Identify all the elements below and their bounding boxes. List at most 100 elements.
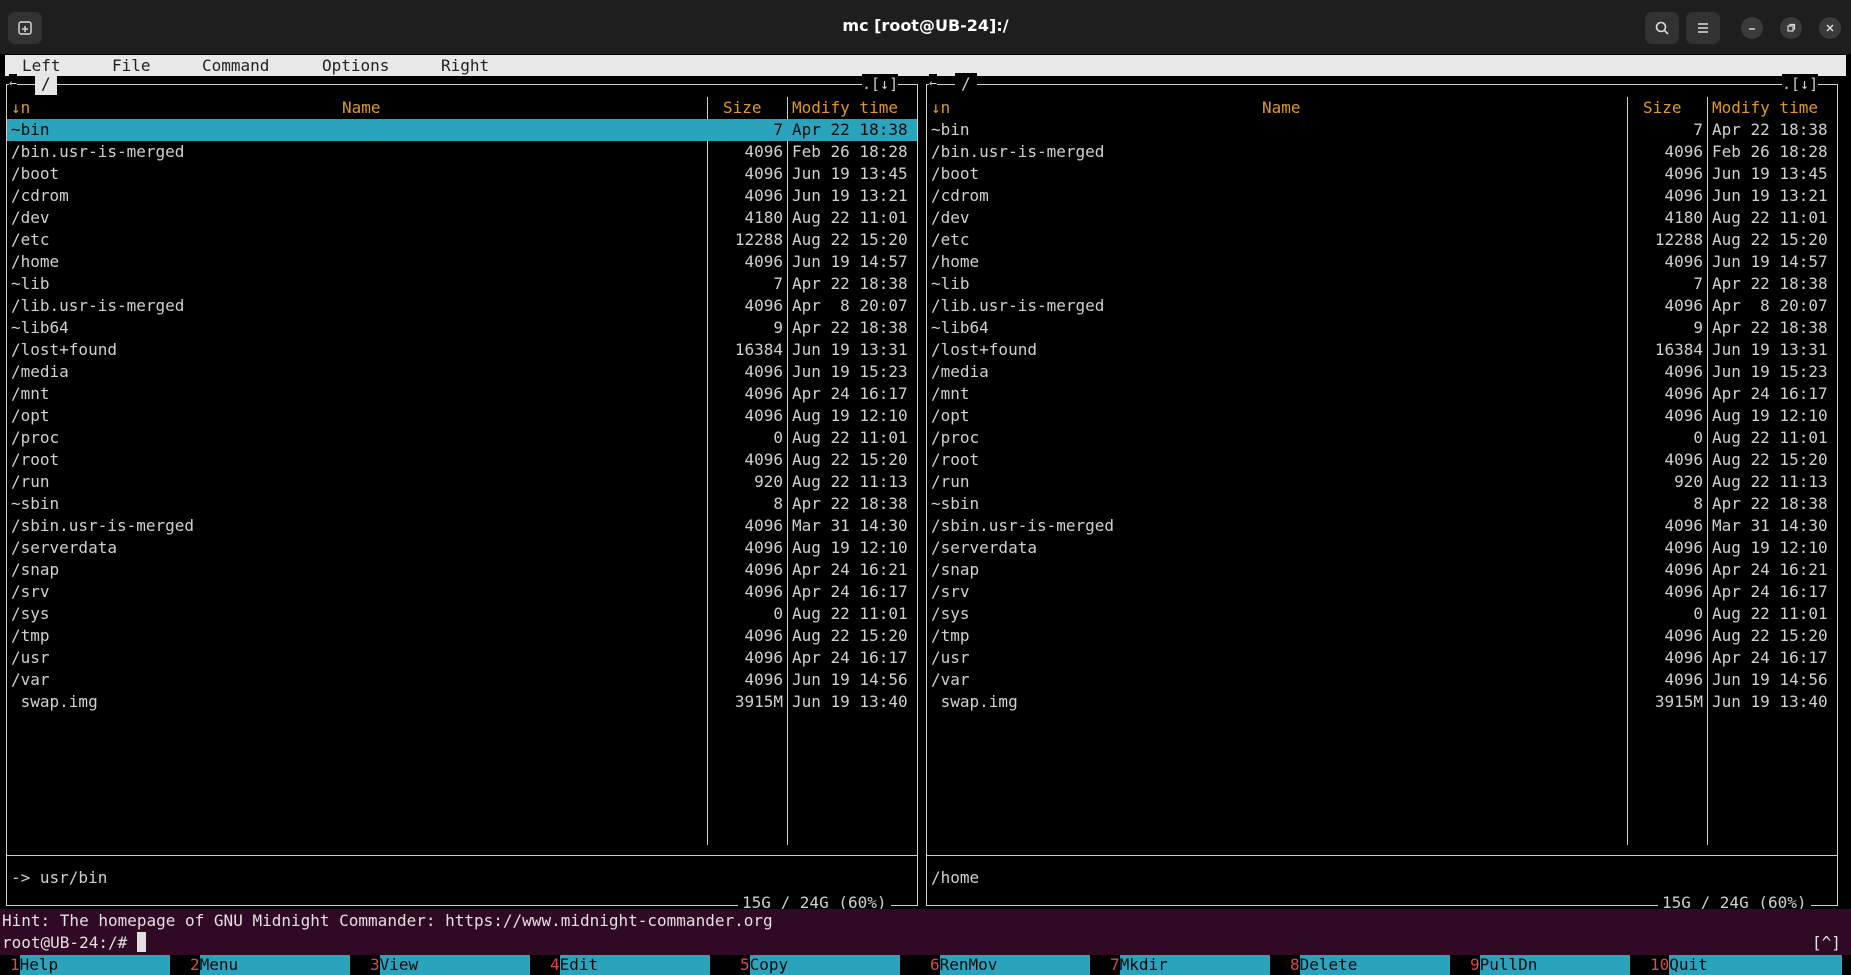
file-row[interactable]: /root 4096 Aug 22 15:20 [7, 449, 917, 471]
fkey-renmov[interactable]: 6RenMov [930, 955, 1090, 975]
history-arrow-icon[interactable]: ← [9, 74, 17, 94]
file-row[interactable]: /lib.usr-is-merged 4096 Apr 8 20:07 [7, 295, 917, 317]
column-name-header[interactable]: Name [1262, 97, 1301, 119]
file-row[interactable]: ~sbin 8 Apr 22 18:38 [7, 493, 917, 515]
file-row[interactable]: ~lib64 9 Apr 22 18:38 [927, 317, 1837, 339]
column-mtime-header[interactable]: Modify time [1712, 97, 1818, 119]
fkey-help[interactable]: 1Help [10, 955, 170, 975]
file-row[interactable]: /sys 0 Aug 22 11:01 [927, 603, 1837, 625]
file-row[interactable]: /sbin.usr-is-merged 4096 Mar 31 14:30 [7, 515, 917, 537]
file-name: /home [931, 252, 980, 271]
file-row[interactable]: /run 920 Aug 22 11:13 [927, 471, 1837, 493]
file-name: /lib.usr-is-merged [11, 296, 185, 315]
file-row[interactable]: /home 4096 Jun 19 14:57 [7, 251, 917, 273]
right-panel-path[interactable]: / [955, 73, 977, 95]
file-row[interactable]: /srv 4096 Apr 24 16:17 [927, 581, 1837, 603]
file-row[interactable]: /tmp 4096 Aug 22 15:20 [7, 625, 917, 647]
file-row[interactable]: /home 4096 Jun 19 14:57 [927, 251, 1837, 273]
file-row[interactable]: /sbin.usr-is-merged 4096 Mar 31 14:30 [927, 515, 1837, 537]
left-panel[interactable]: ← / .[↓] ↓n Name Size Modify time ~bin 7 A… [6, 73, 918, 914]
file-row[interactable]: /lib.usr-is-merged 4096 Apr 8 20:07 [927, 295, 1837, 317]
fkey-mkdir[interactable]: 7Mkdir [1110, 955, 1270, 975]
file-mtime: Aug 22 15:20 [792, 626, 908, 645]
file-row[interactable]: /proc 0 Aug 22 11:01 [7, 427, 917, 449]
file-name: /media [931, 362, 989, 381]
file-row[interactable]: /cdrom 4096 Jun 19 13:21 [7, 185, 917, 207]
file-row[interactable]: ~lib 7 Apr 22 18:38 [927, 273, 1837, 295]
file-row[interactable]: /serverdata 4096 Aug 19 12:10 [927, 537, 1837, 559]
file-row[interactable]: /dev 4180 Aug 22 11:01 [7, 207, 917, 229]
file-row[interactable]: /media 4096 Jun 19 15:23 [7, 361, 917, 383]
menu-right[interactable]: Right [441, 55, 489, 76]
sort-indicator[interactable]: ↓n [931, 97, 950, 119]
fkey-pulldn[interactable]: 9PullDn [1470, 955, 1630, 975]
file-row[interactable]: /usr 4096 Apr 24 16:17 [7, 647, 917, 669]
file-row[interactable]: /cdrom 4096 Jun 19 13:21 [927, 185, 1837, 207]
sort-indicator[interactable]: ↓n [11, 97, 30, 119]
file-row[interactable]: /boot 4096 Jun 19 13:45 [7, 163, 917, 185]
search-button[interactable] [1645, 12, 1679, 44]
file-row[interactable]: /usr 4096 Apr 24 16:17 [927, 647, 1837, 669]
right-panel[interactable]: ← / .[↓] ↓n Name Size Modify time ~bin 7 A… [926, 73, 1838, 914]
restore-button[interactable] [1780, 17, 1802, 39]
minimize-button[interactable] [1741, 17, 1763, 39]
file-row[interactable]: ~bin 7 Apr 22 18:38 [7, 119, 917, 141]
file-row[interactable]: swap.img 3915M Jun 19 13:40 [7, 691, 917, 713]
file-row[interactable]: /srv 4096 Apr 24 16:17 [7, 581, 917, 603]
file-row[interactable]: /dev 4180 Aug 22 11:01 [927, 207, 1837, 229]
menu-button[interactable] [1686, 12, 1720, 44]
file-row[interactable]: /run 920 Aug 22 11:13 [7, 471, 917, 493]
file-row[interactable]: /var 4096 Jun 19 14:56 [927, 669, 1837, 691]
fkey-view[interactable]: 3View [370, 955, 530, 975]
file-row[interactable]: /bin.usr-is-merged 4096 Feb 26 18:28 [927, 141, 1837, 163]
menu-file[interactable]: File [112, 55, 151, 76]
file-row[interactable]: /etc 12288 Aug 22 15:20 [927, 229, 1837, 251]
file-mtime: Aug 22 11:13 [792, 472, 908, 491]
file-name: /sbin.usr-is-merged [11, 516, 195, 535]
file-row[interactable]: ~lib64 9 Apr 22 18:38 [7, 317, 917, 339]
column-size-header[interactable]: Size [723, 97, 762, 119]
fkey-quit[interactable]: 10Quit [1650, 955, 1843, 975]
file-row[interactable]: /opt 4096 Aug 19 12:10 [927, 405, 1837, 427]
file-row[interactable]: /lost+found 16384 Jun 19 13:31 [927, 339, 1837, 361]
column-mtime-header[interactable]: Modify time [792, 97, 898, 119]
file-row[interactable]: /tmp 4096 Aug 22 15:20 [927, 625, 1837, 647]
file-row[interactable]: ~bin 7 Apr 22 18:38 [927, 119, 1837, 141]
file-row[interactable]: ~lib 7 Apr 22 18:38 [7, 273, 917, 295]
file-row[interactable]: /bin.usr-is-merged 4096 Feb 26 18:28 [7, 141, 917, 163]
command-line[interactable]: root@UB-24:/# [2, 932, 146, 954]
fkey-menu[interactable]: 2Menu [190, 955, 350, 975]
file-row[interactable]: /root 4096 Aug 22 15:20 [927, 449, 1837, 471]
right-panel-controls[interactable]: .[↓] [1782, 74, 1819, 94]
file-row[interactable]: /snap 4096 Apr 24 16:21 [7, 559, 917, 581]
file-row[interactable]: /boot 4096 Jun 19 13:45 [927, 163, 1837, 185]
history-arrow-icon[interactable]: ← [929, 74, 937, 94]
file-mtime: Apr 24 16:17 [1712, 582, 1828, 601]
file-row[interactable]: /snap 4096 Apr 24 16:21 [927, 559, 1837, 581]
file-row[interactable]: /proc 0 Aug 22 11:01 [927, 427, 1837, 449]
scroll-indicator[interactable]: [^] [1812, 932, 1841, 954]
left-panel-controls[interactable]: .[↓] [862, 74, 899, 94]
fkey-delete[interactable]: 8Delete [1290, 955, 1450, 975]
close-button[interactable] [1819, 17, 1841, 39]
file-row[interactable]: swap.img 3915M Jun 19 13:40 [927, 691, 1837, 713]
left-panel-path[interactable]: / [35, 73, 57, 95]
file-row[interactable]: /var 4096 Jun 19 14:56 [7, 669, 917, 691]
menu-command[interactable]: Command [202, 55, 269, 76]
file-row[interactable]: /serverdata 4096 Aug 19 12:10 [7, 537, 917, 559]
window-title: mc [root@UB-24]:/ [842, 16, 1009, 35]
column-name-header[interactable]: Name [342, 97, 381, 119]
file-row[interactable]: /etc 12288 Aug 22 15:20 [7, 229, 917, 251]
file-row[interactable]: /media 4096 Jun 19 15:23 [927, 361, 1837, 383]
column-size-header[interactable]: Size [1643, 97, 1682, 119]
file-row[interactable]: /sys 0 Aug 22 11:01 [7, 603, 917, 625]
fkey-edit[interactable]: 4Edit [550, 955, 710, 975]
file-row[interactable]: /opt 4096 Aug 19 12:10 [7, 405, 917, 427]
file-row[interactable]: /mnt 4096 Apr 24 16:17 [7, 383, 917, 405]
file-row[interactable]: /mnt 4096 Apr 24 16:17 [927, 383, 1837, 405]
menu-options[interactable]: Options [322, 55, 389, 76]
file-row[interactable]: /lost+found 16384 Jun 19 13:31 [7, 339, 917, 361]
file-row[interactable]: ~sbin 8 Apr 22 18:38 [927, 493, 1837, 515]
file-mtime: Aug 19 12:10 [1712, 406, 1828, 425]
fkey-copy[interactable]: 5Copy [740, 955, 900, 975]
